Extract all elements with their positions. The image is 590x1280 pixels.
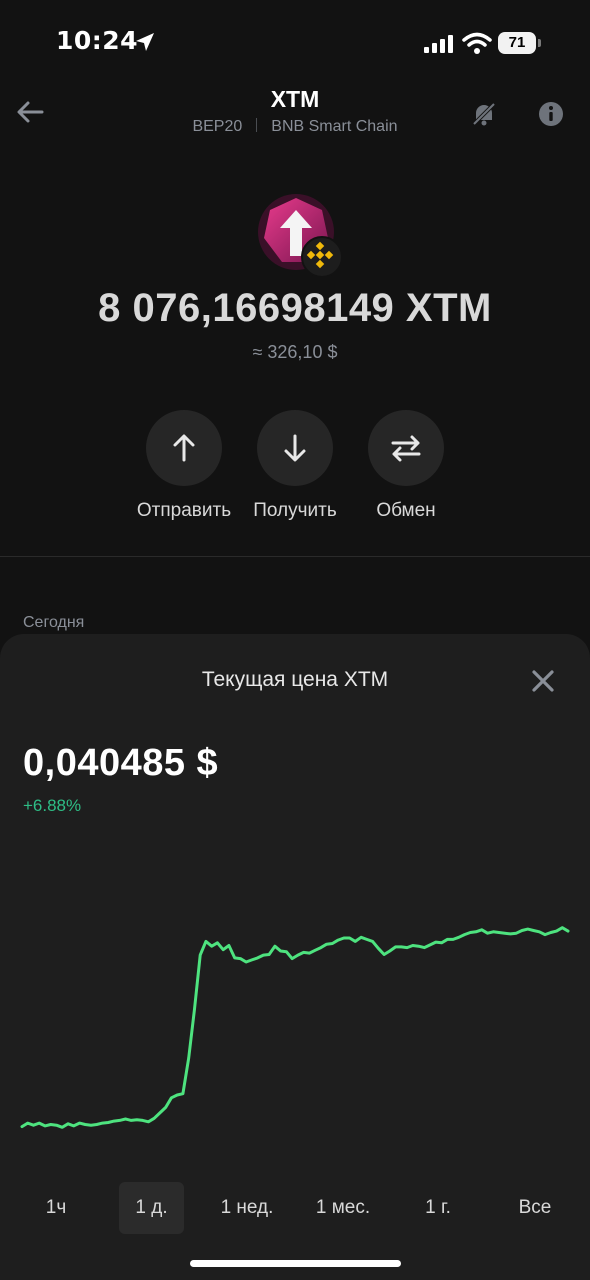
network-info: BEP20 BNB Smart Chain (0, 118, 590, 136)
fiat-balance: ≈ 326,10 $ (252, 342, 338, 362)
info-icon[interactable] (537, 100, 565, 128)
muted-bell-icon[interactable] (470, 100, 498, 128)
token-balance: 8 076,16698149 XTM (98, 286, 492, 330)
arrow-down-icon (284, 434, 306, 462)
chain-label: BNB Smart Chain (271, 118, 398, 135)
receive-button[interactable]: Получить (235, 410, 355, 522)
receive-circle[interactable] (257, 410, 333, 486)
coin-header: XTM BEP20 BNB Smart Chain (0, 80, 590, 150)
home-indicator (190, 1260, 401, 1267)
send-circle[interactable] (146, 410, 222, 486)
battery-level: 71 (498, 32, 536, 54)
history-section-label: Сегодня (23, 614, 85, 631)
send-label: Отправить (136, 500, 232, 521)
status-bar: 10:24 71 (0, 0, 590, 88)
battery-tip (538, 39, 541, 47)
page-title: XTM (270, 86, 320, 112)
period-1m[interactable]: 1 мес. (300, 1182, 386, 1234)
price-line (20, 926, 570, 1129)
price-sheet: Текущая цена XTM 0,040485 $ +6.88% 1ч 1 … (0, 634, 590, 1280)
wifi-icon (462, 32, 492, 54)
period-selector: 1ч 1 д. 1 нед. 1 мес. 1 г. Все (0, 1182, 590, 1234)
cellular-signal-icon (424, 35, 453, 53)
status-time: 10:24 (56, 26, 139, 55)
close-icon[interactable] (528, 666, 558, 696)
price-change: +6.88% (23, 796, 82, 815)
swap-label: Обмен (376, 500, 436, 521)
location-arrow-icon (136, 33, 154, 51)
period-1h[interactable]: 1ч (20, 1182, 92, 1234)
swap-button[interactable]: Обмен (346, 410, 466, 522)
bnb-chain-badge (301, 236, 343, 278)
period-all[interactable]: Все (496, 1182, 574, 1234)
battery-indicator: 71 (498, 32, 542, 54)
send-button[interactable]: Отправить (124, 410, 244, 522)
period-1d[interactable]: 1 д. (119, 1182, 184, 1234)
network-label: BEP20 (192, 118, 243, 135)
swap-icon (391, 435, 421, 462)
arrow-up-icon (173, 434, 195, 462)
receive-label: Получить (253, 500, 337, 521)
section-divider (0, 556, 590, 557)
current-price: 0,040485 $ (23, 742, 219, 784)
sheet-title: Текущая цена XTM (201, 668, 389, 691)
period-1y[interactable]: 1 г. (405, 1182, 471, 1234)
period-1w[interactable]: 1 нед. (205, 1182, 289, 1234)
price-chart (20, 926, 570, 1129)
swap-circle[interactable] (368, 410, 444, 486)
bnb-icon (306, 241, 334, 269)
network-separator (256, 118, 258, 132)
